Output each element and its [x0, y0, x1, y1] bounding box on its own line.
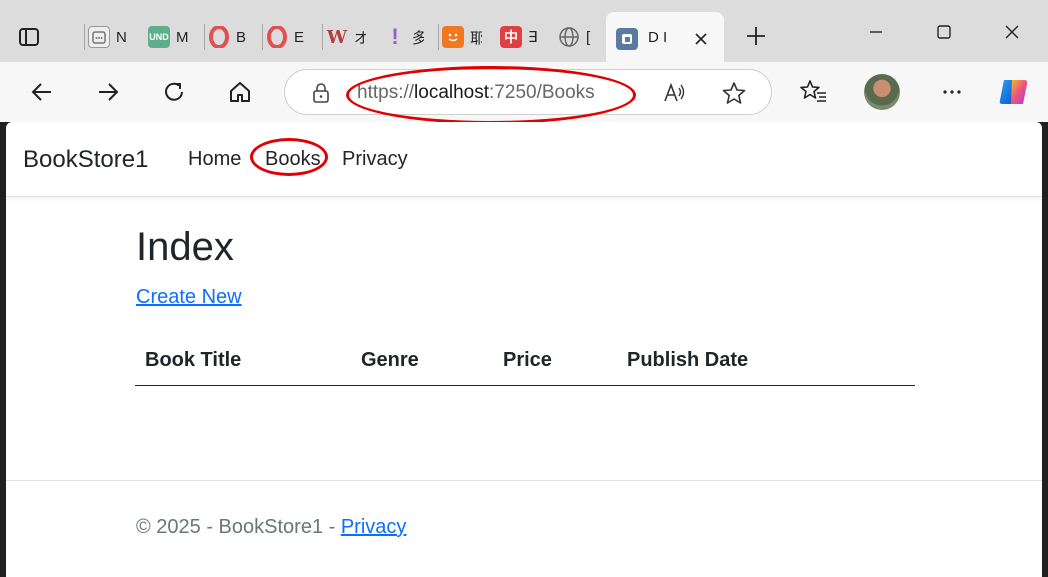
active-tab[interactable]: D I: [606, 12, 724, 64]
tab-title: N: [116, 28, 127, 46]
lock-icon[interactable]: [311, 82, 331, 109]
more-icon: [943, 90, 961, 94]
favorites-button[interactable]: [796, 74, 832, 110]
tab-separator: [262, 24, 263, 50]
minimize-icon: [870, 31, 882, 33]
tab-title: オ: [354, 29, 366, 47]
col-header-price: Price: [493, 340, 617, 386]
tab-actions-icon: [19, 28, 39, 46]
tab-title: 多: [412, 29, 424, 47]
tab-4[interactable]: E: [262, 20, 306, 54]
globe-icon: [558, 26, 580, 48]
site-brand-link[interactable]: BookStore1: [23, 146, 148, 174]
col-header-publish-date: Publish Date: [617, 340, 915, 386]
home-icon: [230, 82, 250, 102]
avatar[interactable]: [864, 74, 900, 110]
url-text[interactable]: https://localhost:7250/Books: [357, 82, 595, 104]
tab-3[interactable]: B: [204, 20, 248, 54]
home-button[interactable]: [222, 74, 258, 110]
zhong-icon: 中: [500, 26, 522, 48]
arrow-left-icon: [31, 83, 51, 101]
tab-title: 耶: [470, 29, 482, 47]
tab-separator: [204, 24, 205, 50]
nav-books-link[interactable]: Books: [265, 148, 321, 171]
tab-title: M: [176, 28, 188, 46]
opera-icon: [208, 26, 230, 48]
nav-privacy-link[interactable]: Privacy: [342, 148, 408, 171]
calendar-icon: [88, 26, 110, 48]
tab-title: B: [236, 28, 247, 46]
tab-actions-button[interactable]: [14, 22, 44, 52]
url-scheme: https://: [357, 82, 415, 103]
arrow-right-icon: [99, 83, 119, 101]
footer-text: © 2025 - BookStore1 - Privacy: [136, 516, 406, 539]
und-icon: UND: [148, 26, 170, 48]
col-header-book-title: Book Title: [135, 340, 351, 386]
tab-strip: N UND M B E W オ ! 多 耶 中 ∃ [ D I: [0, 0, 1048, 64]
tab-8[interactable]: 中 ∃: [500, 20, 540, 54]
plus-icon: [747, 27, 765, 45]
url-path: :7250/Books: [489, 82, 595, 103]
tab-7[interactable]: 耶: [438, 20, 482, 54]
nav-home-link[interactable]: Home: [188, 148, 241, 171]
tab-separator: [438, 24, 439, 50]
w-icon: W: [326, 26, 348, 48]
read-aloud-icon[interactable]: [661, 80, 687, 111]
maximize-button[interactable]: [924, 14, 964, 50]
tab-9[interactable]: [: [558, 20, 598, 54]
plug-icon: [442, 26, 464, 48]
opera-icon: [266, 26, 288, 48]
tab-5[interactable]: W オ: [322, 20, 366, 54]
close-tab-button[interactable]: [688, 26, 714, 52]
tab-6[interactable]: ! 多: [384, 20, 424, 54]
create-new-link[interactable]: Create New: [136, 286, 242, 309]
forward-button[interactable]: [90, 74, 126, 110]
refresh-button[interactable]: [156, 74, 192, 110]
site-navbar: BookStore1 Home Books Privacy: [6, 122, 1042, 197]
page-title: Index: [136, 225, 234, 269]
col-header-genre: Genre: [351, 340, 493, 386]
close-icon: [695, 33, 707, 45]
browser-toolbar: https://localhost:7250/Books: [0, 62, 1048, 122]
tab-title: [: [586, 28, 591, 46]
tab-title: ∃: [528, 29, 538, 46]
tab-separator: [322, 24, 323, 50]
footer-copyright: © 2025 - BookStore1 -: [136, 516, 341, 538]
tab-separator: [84, 24, 85, 50]
edge-doc-icon: [616, 28, 638, 50]
books-table: Book Title Genre Price Publish Date: [135, 340, 915, 386]
footer-privacy-link[interactable]: Privacy: [341, 516, 407, 538]
close-window-button[interactable]: [992, 14, 1032, 50]
back-button[interactable]: [24, 74, 60, 110]
tab-2[interactable]: UND M: [148, 20, 188, 54]
close-icon: [1005, 25, 1019, 39]
table-header-row: Book Title Genre Price Publish Date: [135, 340, 915, 386]
url-host: localhost: [414, 82, 490, 103]
copilot-icon: [999, 80, 1028, 104]
minimize-button[interactable]: [856, 14, 896, 50]
site-footer: © 2025 - BookStore1 - Privacy: [6, 480, 1042, 577]
page-viewport: BookStore1 Home Books Privacy Index Crea…: [6, 122, 1042, 577]
tab-title: E: [294, 28, 305, 46]
refresh-icon: [165, 82, 183, 101]
favorite-star-icon[interactable]: [721, 80, 747, 111]
tab-title: D I: [648, 29, 668, 46]
maximize-icon: [937, 25, 951, 39]
new-tab-button[interactable]: [740, 20, 772, 52]
exclaim-icon: !: [391, 24, 399, 49]
copilot-button[interactable]: [996, 74, 1032, 110]
address-bar[interactable]: https://localhost:7250/Books: [284, 69, 772, 115]
settings-more-button[interactable]: [934, 74, 970, 110]
favorites-list-icon: [800, 80, 826, 102]
tab-1[interactable]: N: [84, 20, 128, 54]
